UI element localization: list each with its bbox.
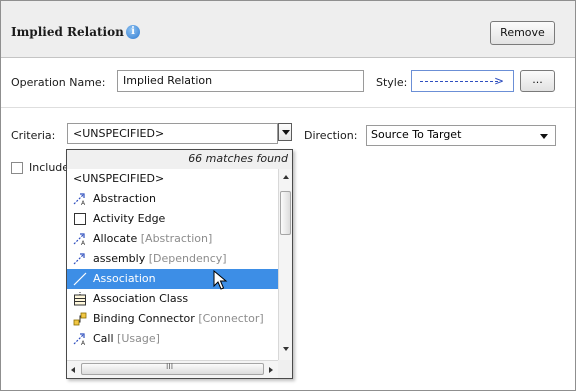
vertical-scrollbar[interactable] bbox=[278, 169, 292, 360]
style-preview[interactable]: > bbox=[411, 70, 514, 92]
list-item-label: Call bbox=[93, 332, 114, 345]
dashed-line-icon bbox=[420, 81, 498, 82]
operation-name-input[interactable]: Implied Relation bbox=[117, 70, 364, 92]
divider bbox=[1, 107, 575, 108]
options-list: <UNSPECIFIED> A Abstraction Activity Edg… bbox=[67, 169, 278, 360]
assembly-icon bbox=[73, 253, 85, 265]
matches-count: 66 matches found bbox=[188, 152, 288, 165]
allocate-icon: A bbox=[73, 233, 86, 246]
list-item-label: Allocate bbox=[93, 232, 138, 245]
include-label: Include bbox=[29, 161, 70, 174]
list-item-text: assembly [Dependency] bbox=[93, 249, 227, 269]
direction-select[interactable]: Source To Target bbox=[366, 125, 556, 146]
chevron-down-icon bbox=[540, 134, 548, 139]
list-item-hint: [Dependency] bbox=[148, 252, 227, 265]
list-item[interactable]: A Abstraction bbox=[67, 189, 278, 209]
scroll-down-arrow-icon[interactable] bbox=[283, 347, 289, 351]
chevron-down-icon bbox=[282, 130, 290, 135]
info-icon[interactable]: i bbox=[126, 25, 140, 39]
list-item-label: Abstraction bbox=[93, 192, 156, 205]
vertical-scroll-thumb[interactable] bbox=[280, 191, 291, 235]
list-item-hint: [Usage] bbox=[117, 332, 160, 345]
list-item-text: Call [Usage] bbox=[93, 329, 160, 349]
scroll-grip: III bbox=[166, 362, 174, 371]
list-item[interactable]: A Allocate [Abstraction] bbox=[67, 229, 278, 249]
list-item[interactable]: A Call [Usage] bbox=[67, 329, 278, 349]
criteria-dropdown-button[interactable] bbox=[278, 123, 292, 141]
list-item[interactable]: Activity Edge bbox=[67, 209, 278, 229]
matches-header: 66 matches found bbox=[67, 150, 292, 169]
panel-title: Implied Relation bbox=[11, 25, 124, 39]
abstraction-icon: A bbox=[73, 193, 86, 206]
include-checkbox[interactable] bbox=[11, 162, 23, 174]
scroll-corner bbox=[278, 360, 292, 378]
list-item-hint: [Connector] bbox=[198, 312, 264, 325]
criteria-label: Criteria: bbox=[11, 129, 56, 142]
style-label: Style: bbox=[376, 76, 408, 89]
svg-text:A: A bbox=[81, 240, 86, 246]
list-item-label: Association bbox=[93, 272, 156, 285]
remove-button[interactable]: Remove bbox=[490, 21, 555, 45]
direction-label: Direction: bbox=[304, 129, 358, 142]
arrow-head-icon: > bbox=[494, 74, 505, 88]
list-item[interactable]: Binding Connector [Connector] bbox=[67, 309, 278, 329]
list-item-label: assembly bbox=[93, 252, 146, 265]
list-item-text: Binding Connector [Connector] bbox=[93, 309, 264, 329]
scroll-left-arrow-icon[interactable] bbox=[71, 367, 75, 373]
criteria-input[interactable]: <UNSPECIFIED> bbox=[67, 123, 278, 144]
scroll-up-arrow-icon[interactable] bbox=[283, 175, 289, 179]
list-item[interactable]: Association Class bbox=[67, 289, 278, 309]
style-browse-button[interactable]: ... bbox=[520, 70, 555, 92]
scroll-right-arrow-icon[interactable] bbox=[269, 367, 273, 373]
binding-connector-icon bbox=[73, 312, 87, 326]
operation-name-label: Operation Name: bbox=[11, 76, 106, 89]
list-item-selected[interactable]: Association bbox=[67, 269, 278, 290]
horizontal-scroll-thumb[interactable]: III bbox=[81, 362, 264, 375]
call-icon: A bbox=[73, 333, 86, 346]
list-item-text: Allocate [Abstraction] bbox=[93, 229, 212, 249]
criteria-dropdown-list: 66 matches found <UNSPECIFIED> A Abstrac… bbox=[66, 149, 293, 379]
svg-text:A: A bbox=[81, 200, 86, 206]
association-class-icon bbox=[74, 292, 86, 306]
list-item[interactable]: assembly [Dependency] bbox=[67, 249, 278, 269]
list-item-label: Activity Edge bbox=[93, 212, 166, 225]
list-item-label: <UNSPECIFIED> bbox=[73, 172, 165, 185]
horizontal-scrollbar[interactable]: III bbox=[67, 360, 278, 378]
list-item[interactable]: <UNSPECIFIED> bbox=[67, 169, 278, 189]
association-icon bbox=[73, 272, 87, 286]
list-item-hint: [Abstraction] bbox=[140, 232, 213, 245]
direction-value: Source To Target bbox=[371, 128, 462, 141]
list-item-label: Binding Connector bbox=[93, 312, 195, 325]
list-item-label: Association Class bbox=[93, 292, 189, 305]
svg-text:A: A bbox=[81, 340, 86, 346]
activity-edge-icon bbox=[74, 213, 86, 225]
